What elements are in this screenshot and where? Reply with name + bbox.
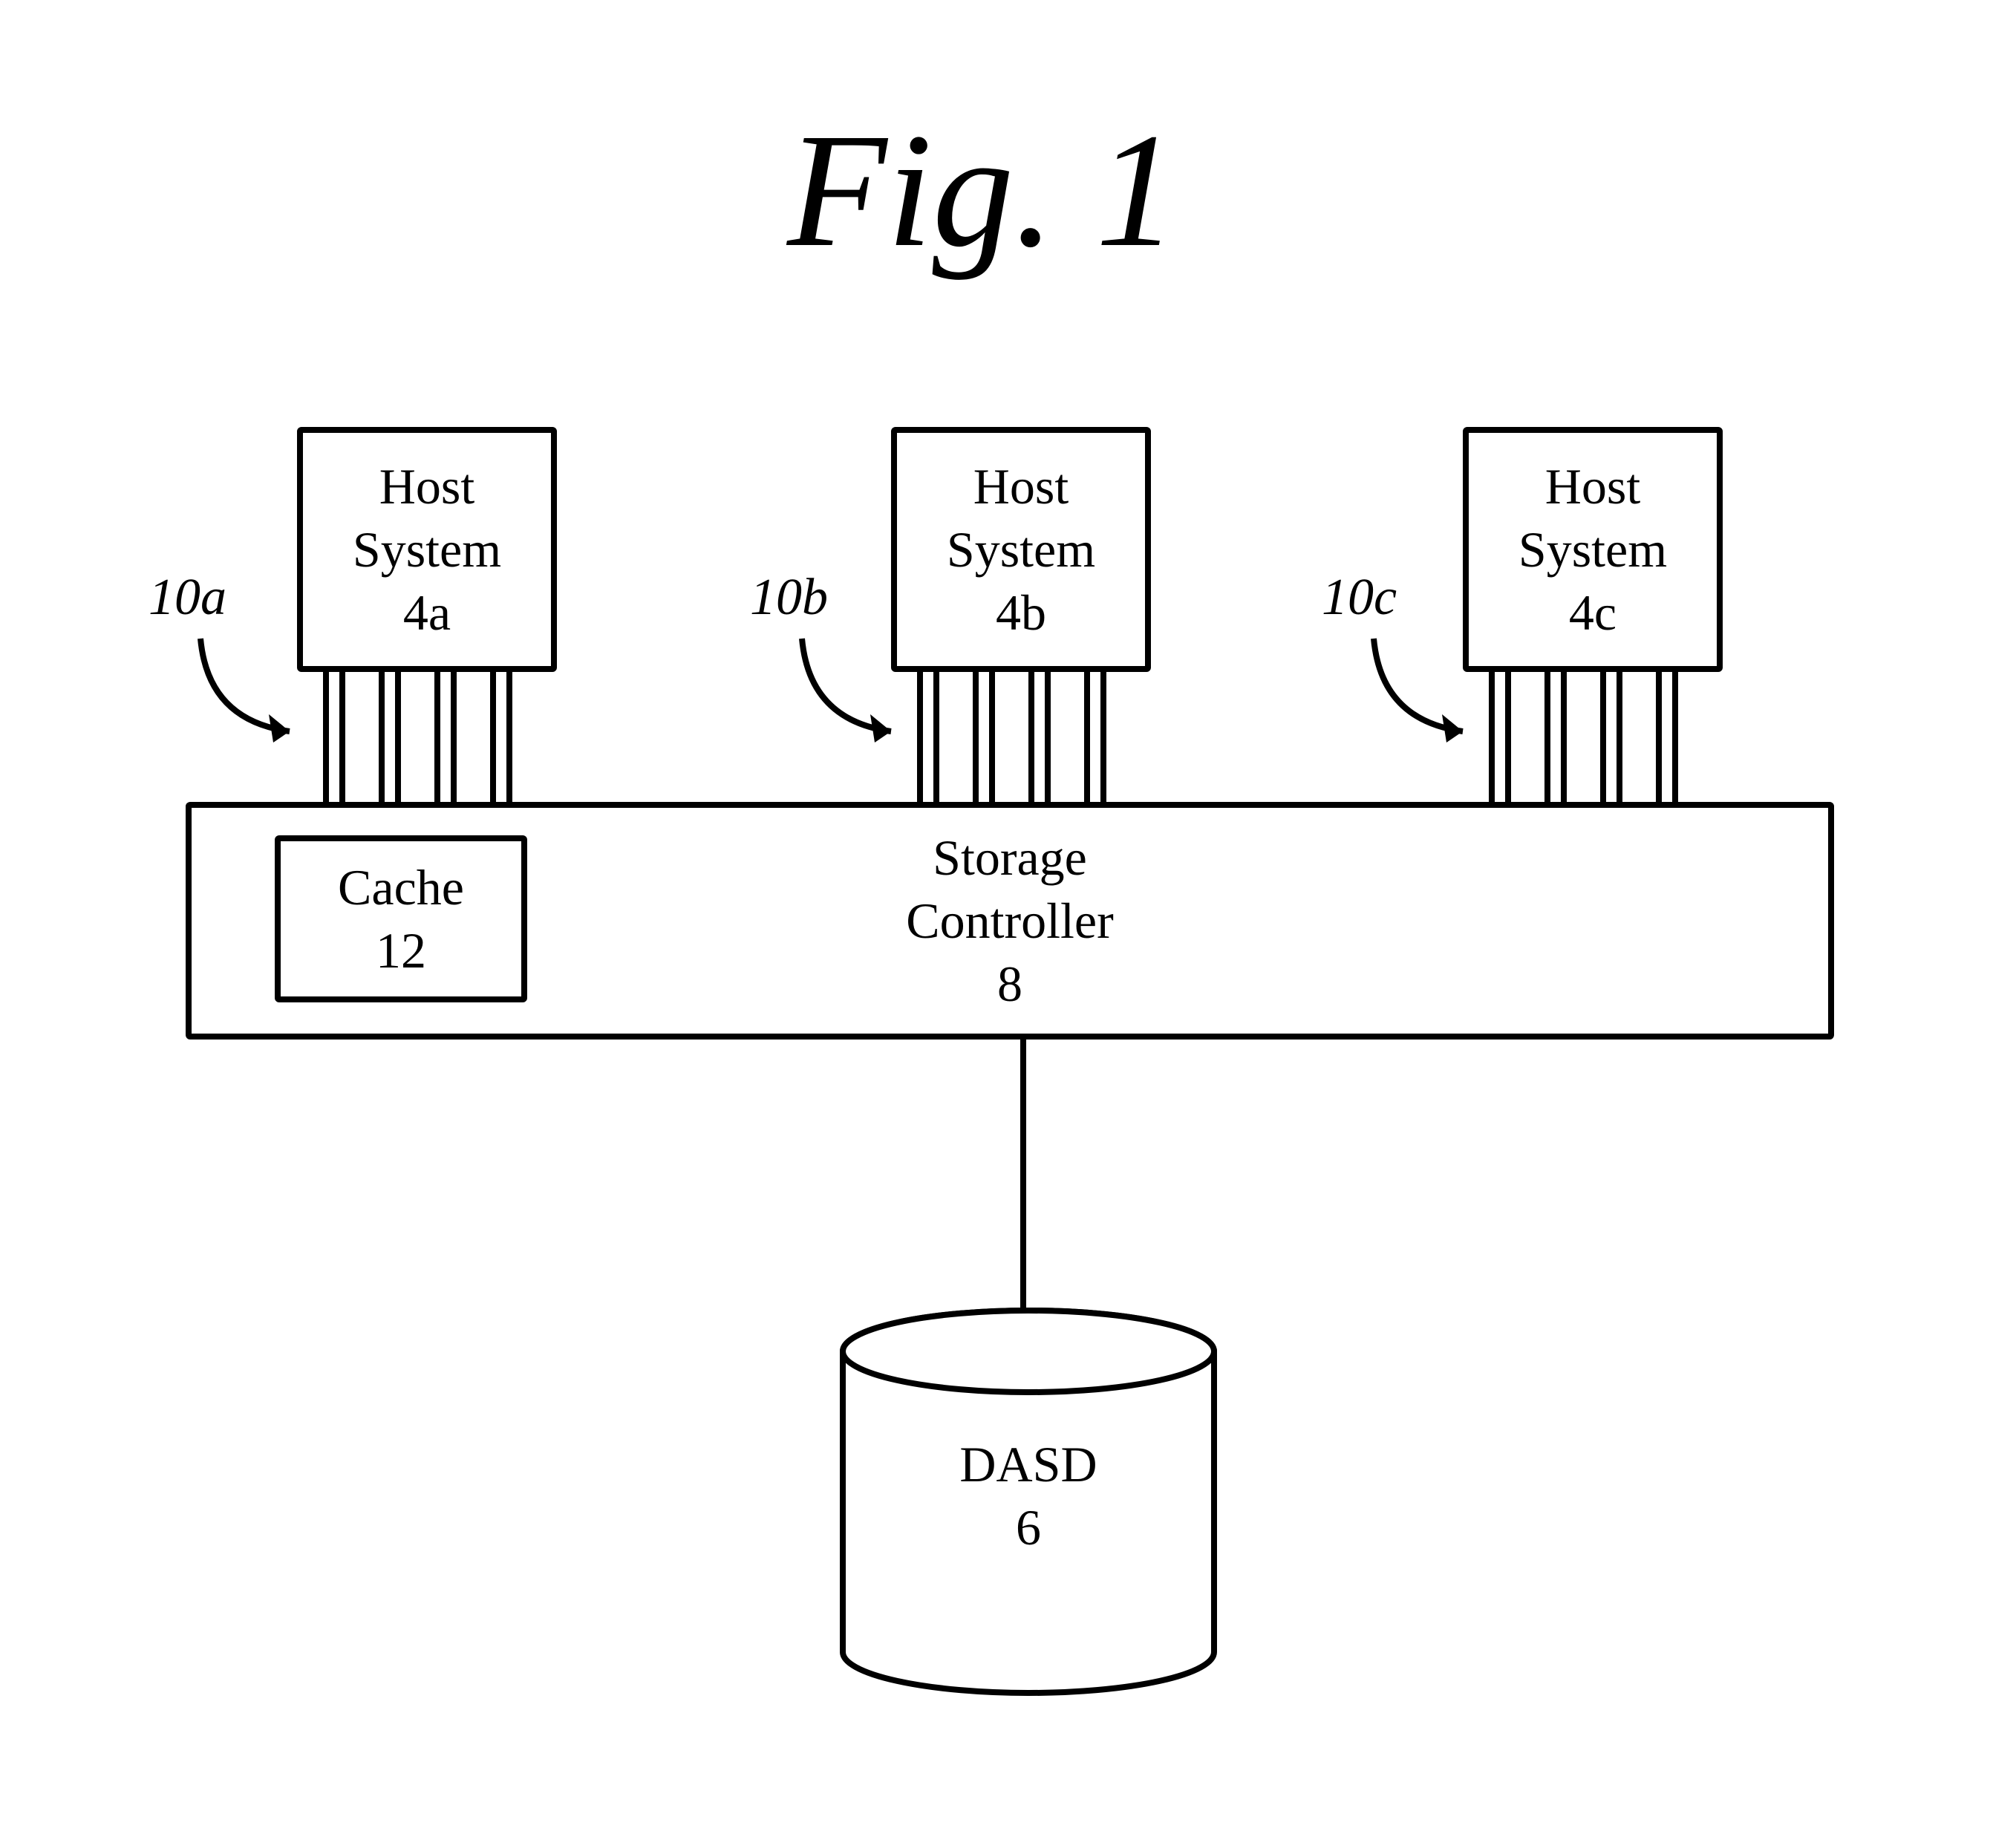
- host-4a-line3: 4a: [303, 581, 551, 644]
- host-4a-box: Host System 4a: [297, 427, 557, 672]
- dasd-line1: DASD: [959, 1436, 1097, 1492]
- host-4b-box: Host System 4b: [891, 427, 1151, 672]
- host-4c-line2: System: [1469, 518, 1717, 581]
- figure-title: Fig. 1: [787, 97, 1178, 284]
- dasd-line2: 6: [1016, 1499, 1041, 1556]
- host-4c-line1: Host: [1469, 455, 1717, 518]
- host-4c-line3: 4c: [1469, 581, 1717, 644]
- cache-line2: 12: [281, 919, 521, 982]
- cache-box: Cache 12: [275, 835, 527, 1002]
- host-4a-channel-1: [323, 672, 345, 802]
- diagram-canvas: Fig. 1 Storage Controller 8 Cache 12 Hos…: [0, 0, 2016, 1834]
- ref-10c-label: 10c: [1322, 568, 1397, 627]
- host-4a-channel-4: [490, 672, 512, 802]
- host-4c-channel-3: [1600, 672, 1622, 802]
- host-4b-channel-3: [1028, 672, 1051, 802]
- host-4b-line2: System: [897, 518, 1145, 581]
- storage-to-dasd-line: [1020, 1040, 1026, 1314]
- host-4c-box: Host System 4c: [1463, 427, 1723, 672]
- host-4a-channel-3: [434, 672, 457, 802]
- dasd-text: DASD 6: [832, 1433, 1225, 1559]
- host-4b-line3: 4b: [897, 581, 1145, 644]
- ref-10a-label: 10a: [149, 568, 226, 627]
- host-4b-channel-2: [973, 672, 995, 802]
- ref-10b-arrow: [787, 624, 921, 757]
- host-4b-channel-4: [1084, 672, 1106, 802]
- host-4a-line2: System: [303, 518, 551, 581]
- ref-10c-arrow: [1359, 624, 1493, 757]
- host-4a-line1: Host: [303, 455, 551, 518]
- ref-10b-label: 10b: [750, 568, 828, 627]
- host-4c-channel-2: [1544, 672, 1567, 802]
- host-4a-channel-2: [379, 672, 401, 802]
- host-4b-line1: Host: [897, 455, 1145, 518]
- ref-10a-arrow: [186, 624, 319, 757]
- host-4c-channel-4: [1656, 672, 1678, 802]
- cache-line1: Cache: [281, 856, 521, 919]
